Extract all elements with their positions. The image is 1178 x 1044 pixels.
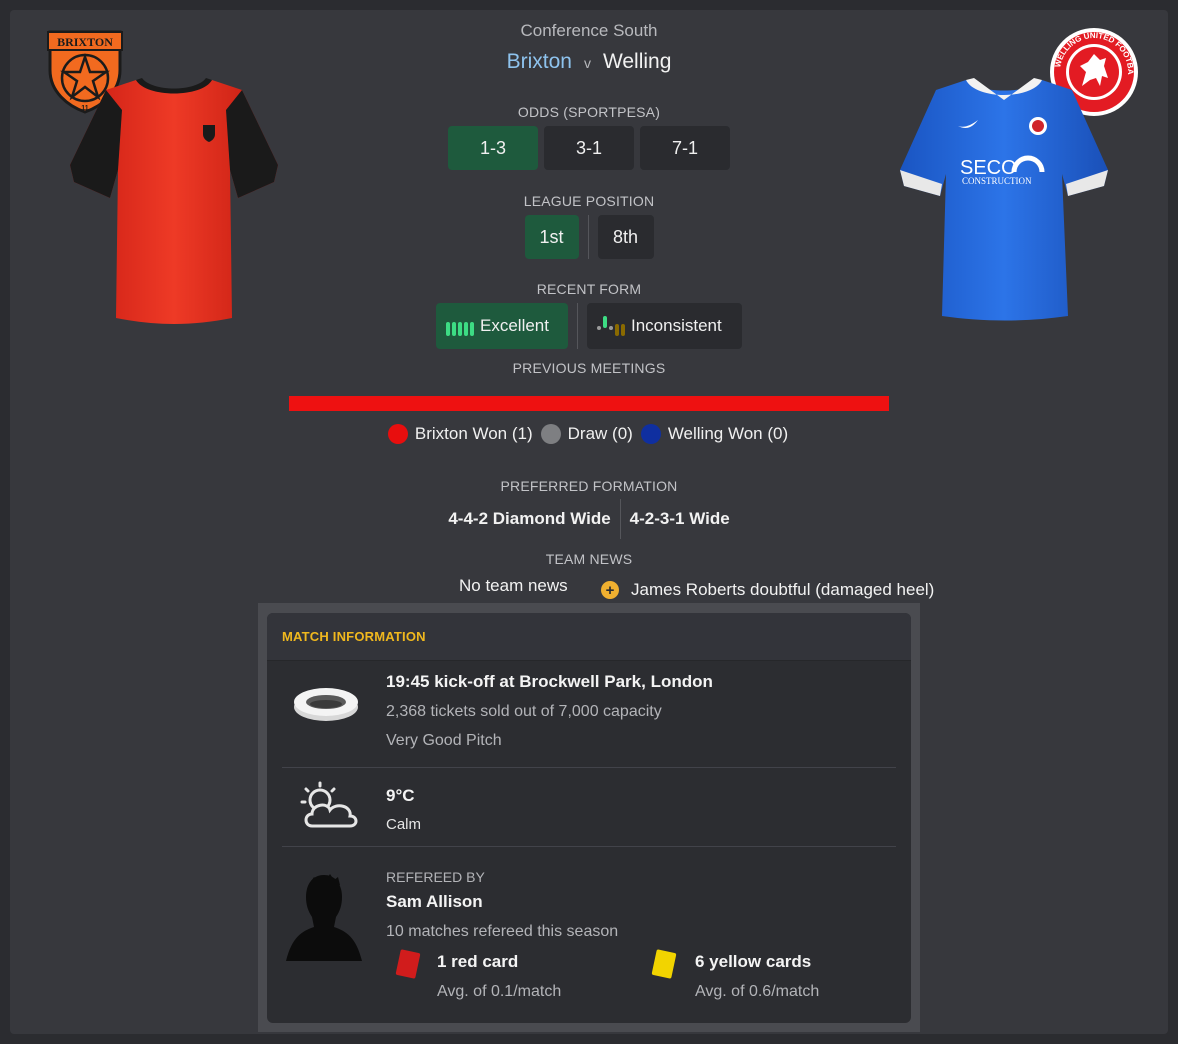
away-form-label: Inconsistent: [631, 316, 722, 335]
yellow-card-average: Avg. of 0.6/match: [695, 983, 820, 1000]
away-wins-dot-icon: [640, 424, 661, 444]
red-card-icon: [395, 949, 421, 979]
competition-name[interactable]: Conference South: [289, 21, 889, 41]
recent-form-label: RECENT FORM: [536, 281, 642, 297]
home-form[interactable]: Excellent: [436, 303, 568, 349]
crest-text: BRIXTON: [57, 35, 113, 49]
odds-draw[interactable]: 3-1: [544, 126, 634, 170]
refereed-by-label: REFEREED BY: [386, 869, 485, 885]
legend-home-wins: Brixton Won (1): [387, 424, 533, 444]
ticket-sales: 2,368 tickets sold out of 7,000 capacity: [386, 703, 662, 720]
divider: [587, 215, 589, 259]
yellow-card-count: 6 yellow cards: [695, 952, 812, 971]
home-wins-text: Brixton Won (1): [414, 424, 533, 443]
draws-dot-icon: [540, 424, 561, 444]
referee-row: REFEREED BY Sam Allison 10 matches refer…: [282, 847, 896, 1023]
draws-text: Draw (0): [567, 424, 633, 443]
match-information-title: MATCH INFORMATION: [267, 613, 911, 661]
odds-row: 1-3 3-1 7-1: [448, 126, 730, 170]
weather-row: 9°C Calm: [282, 768, 896, 846]
away-league-position[interactable]: 8th: [597, 215, 654, 259]
away-wins-text: Welling Won (0): [667, 424, 789, 443]
match-information-panel: MATCH INFORMATION 19:45 kick-off at Broc…: [267, 613, 911, 1023]
home-team-news: No team news: [459, 576, 568, 595]
wind-condition: Calm: [386, 816, 422, 833]
form-bars-icon: [446, 316, 474, 336]
odds-away[interactable]: 7-1: [640, 126, 730, 170]
home-form-label: Excellent: [480, 316, 549, 335]
partly-cloudy-icon: [300, 781, 358, 828]
away-team-news-text: James Roberts doubtful (damaged heel): [631, 580, 935, 599]
legend-away-wins: Welling Won (0): [640, 424, 789, 444]
previous-meetings-legend: Brixton Won (1) Draw (0) Welling Won (0): [289, 424, 889, 444]
red-card-count: 1 red card: [437, 952, 519, 971]
formation-row: 4-4-2 Diamond Wide 4-2-3-1 Wide: [289, 499, 889, 539]
match-information-wrapper: MATCH INFORMATION 19:45 kick-off at Broc…: [258, 603, 920, 1032]
referee-matches: 10 matches refereed this season: [386, 923, 619, 940]
recent-form-row: Excellent Inconsistent: [289, 303, 889, 349]
home-wins-dot-icon: [387, 424, 408, 444]
home-formation[interactable]: 4-4-2 Diamond Wide: [448, 499, 610, 539]
matchup-title: Brixton v Welling: [289, 50, 889, 74]
versus-label: v: [583, 55, 591, 71]
odds-home[interactable]: 1-3: [448, 126, 538, 170]
injury-plus-icon: +: [601, 581, 619, 599]
venue-row: 19:45 kick-off at Brockwell Park, London…: [282, 661, 896, 767]
temperature: 9°C: [386, 786, 415, 805]
away-form[interactable]: Inconsistent: [587, 303, 742, 349]
previous-meetings-bar[interactable]: [289, 396, 889, 411]
yellow-card-icon: [651, 949, 677, 979]
previous-meetings-label: PREVIOUS MEETINGS: [512, 360, 666, 376]
referee-name[interactable]: Sam Allison: [386, 892, 483, 912]
divider: [577, 303, 578, 349]
stadium-icon: [294, 688, 358, 721]
away-team-name[interactable]: Welling: [603, 50, 671, 74]
pitch-condition: Very Good Pitch: [386, 732, 502, 749]
kit-sponsor-sub: CONSTRUCTION: [962, 176, 1032, 186]
odds-label: ODDS (SPORTPESA): [517, 104, 661, 120]
legend-draws: Draw (0): [540, 424, 633, 444]
home-league-position[interactable]: 1st: [524, 215, 579, 259]
preferred-formation-label: PREFERRED FORMATION: [500, 478, 678, 494]
welling-kit-icon: SECO CONSTRUCTION: [900, 78, 1108, 321]
home-team-name[interactable]: Brixton: [507, 50, 572, 74]
league-position-label: LEAGUE POSITION: [523, 193, 655, 209]
league-position-row: 1st 8th: [289, 215, 889, 259]
venue-headline[interactable]: 19:45 kick-off at Brockwell Park, London: [386, 672, 713, 692]
team-news-label: TEAM NEWS: [545, 551, 633, 567]
away-team-news[interactable]: + James Roberts doubtful (damaged heel): [601, 580, 934, 600]
form-bars-icon: [597, 316, 625, 336]
divider: [619, 499, 621, 539]
brixton-kit-icon: [70, 78, 278, 324]
referee-avatar-icon[interactable]: [284, 871, 364, 963]
red-card-average: Avg. of 0.1/match: [437, 983, 562, 1000]
away-formation[interactable]: 4-2-3-1 Wide: [630, 499, 730, 539]
